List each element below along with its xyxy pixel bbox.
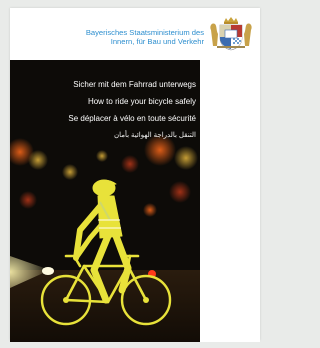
title-english: How to ride your bicycle safely [87,97,196,106]
brochure-cover: Bayerisches Staatsministerium des Innern… [10,8,260,342]
title-arabic: التنقل بالدراجة الهوائية بأمان [113,132,196,139]
title-french: Se déplacer à vélo en toute sécurité [68,114,196,123]
coat-of-arms-icon [210,17,252,51]
ministry-name-line1: Bayerisches Staatsministerium des [85,28,204,37]
cover-titles: Sicher mit dem Fahrrad unterwegs How to … [10,76,196,144]
ministry-name-line2: Innern, für Bau und Verkehr [110,37,204,46]
ministry-name: Bayerisches Staatsministerium des Innern… [14,28,204,46]
title-german: Sicher mit dem Fahrrad unterwegs [73,80,196,89]
cover-header: Bayerisches Staatsministerium des Innern… [10,8,260,58]
cover-photo: Sicher mit dem Fahrrad unterwegs How to … [10,60,200,342]
cover-side-margin [200,60,260,342]
